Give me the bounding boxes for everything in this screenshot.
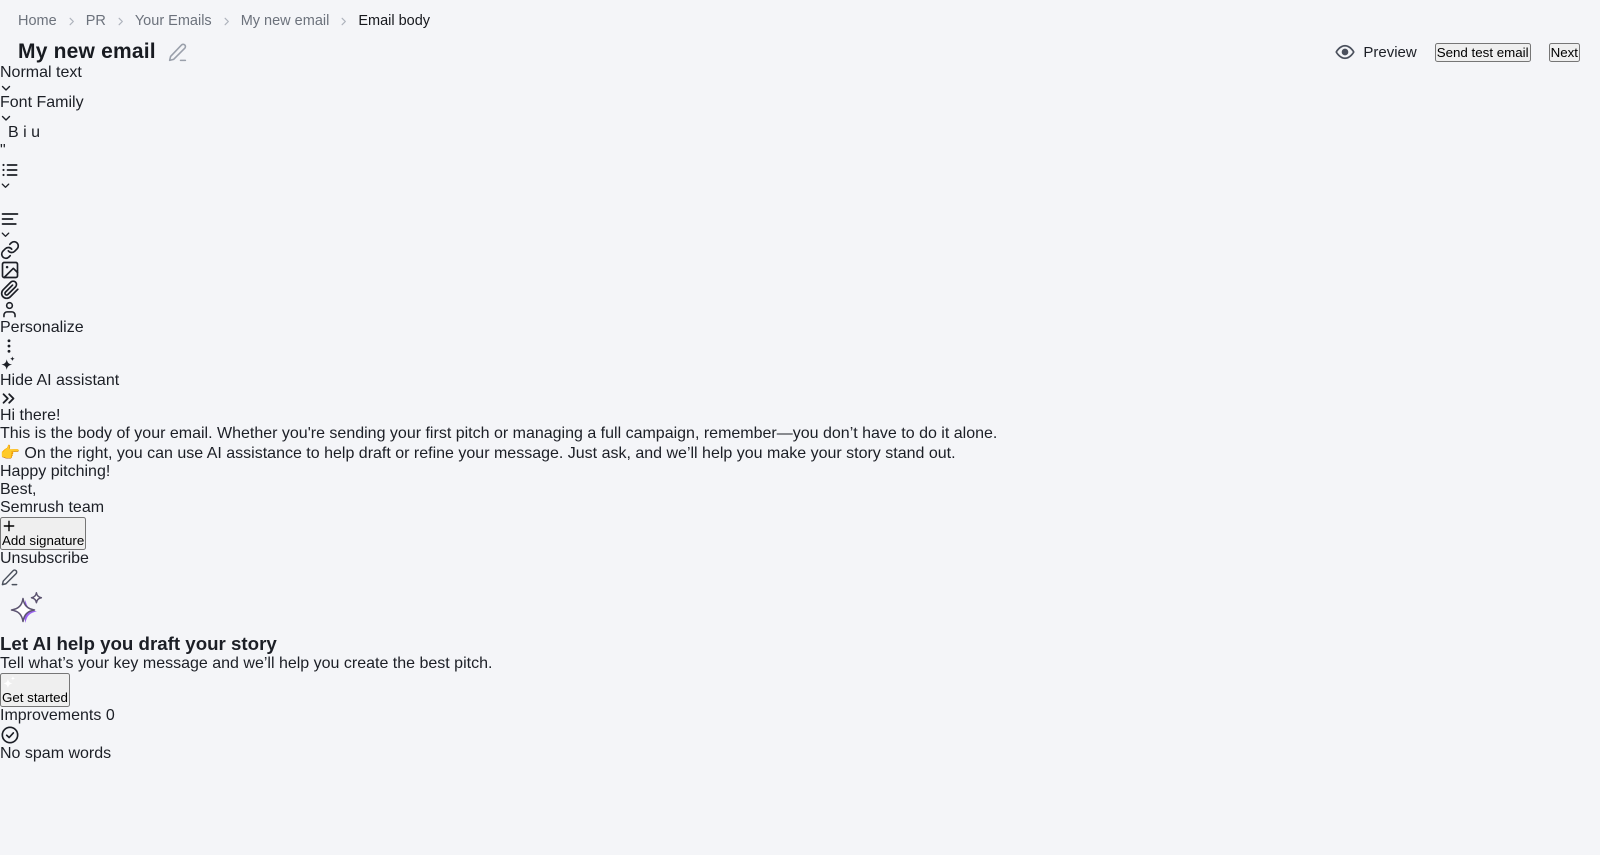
ai-sparkles-icon	[0, 587, 1600, 633]
add-signature-button[interactable]: Add signature	[0, 517, 86, 550]
paperclip-icon	[0, 280, 1600, 300]
eye-icon	[1335, 42, 1355, 62]
improvements-count: 0	[106, 707, 115, 724]
breadcrumb-item-email-body: Email body	[358, 13, 430, 29]
email-editor-card: Normal text Font Family B i u "	[0, 64, 1600, 763]
image-icon	[0, 260, 1600, 280]
chevron-down-icon	[0, 82, 1600, 94]
ai-card-title: Let AI help you draft your story	[0, 633, 1600, 655]
kebab-menu-icon	[0, 337, 1600, 355]
email-paragraph: Happy pitching!	[0, 463, 1600, 481]
chevron-right-icon	[221, 16, 232, 27]
chevron-right-icon	[338, 16, 349, 27]
link-button[interactable]	[0, 240, 1600, 260]
editor-toolbar: Normal text Font Family B i u "	[0, 64, 1600, 407]
bold-button[interactable]: B	[8, 124, 19, 141]
link-icon	[0, 240, 1600, 260]
hide-ai-assistant-button[interactable]: Hide AI assistant	[0, 355, 1600, 407]
top-bar: Home PR Your Emails My new email Email b…	[0, 0, 1600, 64]
preview-button[interactable]: Preview	[1335, 42, 1416, 62]
improvement-item-label: No spam words	[0, 745, 111, 762]
more-options-button[interactable]	[0, 337, 1600, 355]
email-body-editor[interactable]: Hi there! This is the body of your email…	[0, 407, 1600, 587]
get-started-button[interactable]: Get started	[0, 673, 70, 707]
next-button[interactable]: Next	[1549, 43, 1580, 62]
signoff-line: Best,	[0, 481, 36, 498]
align-button[interactable]	[0, 209, 1600, 240]
text-style-select[interactable]: Normal text	[0, 64, 1600, 94]
breadcrumb-item-my-new-email[interactable]: My new email	[241, 13, 330, 29]
ai-draft-card: Let AI help you draft your story Tell wh…	[0, 587, 1600, 707]
attachment-button[interactable]	[0, 280, 1600, 300]
ai-card-description: Tell what’s your key message and we’ll h…	[0, 655, 1600, 673]
add-signature-label: Add signature	[2, 533, 84, 548]
plus-icon	[2, 519, 84, 533]
chevron-down-icon	[0, 180, 1600, 191]
send-test-email-button[interactable]: Send test email	[1435, 43, 1531, 62]
underline-button[interactable]: u	[31, 124, 40, 141]
email-paragraph: 👉 On the right, you can use AI assistanc…	[0, 443, 1600, 463]
breadcrumb: Home PR Your Emails My new email Email b…	[18, 13, 1580, 29]
edit-unsubscribe-icon[interactable]	[0, 568, 1600, 587]
edit-title-icon[interactable]	[167, 42, 188, 63]
font-family-select[interactable]: Font Family	[0, 94, 1600, 124]
personalize-button[interactable]: Personalize	[0, 300, 1600, 336]
check-circle-icon	[0, 725, 1600, 745]
sparkle-icon	[0, 355, 1600, 372]
improvements-section: Improvements 0 No spam words	[0, 707, 1600, 763]
improvement-item-no-spam-words: No spam words	[0, 725, 1600, 763]
chevron-down-icon	[0, 229, 1600, 240]
email-body-text: Hi there! This is the body of your email…	[0, 407, 1600, 517]
ai-assistant-panel: Let AI help you draft your story Tell wh…	[0, 587, 1600, 763]
italic-button[interactable]: i	[23, 124, 27, 141]
preview-label: Preview	[1363, 44, 1416, 61]
signoff-line: Semrush team	[0, 499, 104, 516]
font-family-value: Font Family	[0, 94, 84, 111]
unsubscribe-link[interactable]: Unsubscribe	[0, 550, 1600, 587]
insert-image-button[interactable]	[0, 260, 1600, 280]
email-signoff: Best,Semrush team	[0, 481, 1600, 517]
chevron-right-icon	[66, 16, 77, 27]
chevron-down-icon	[0, 112, 1600, 124]
email-paragraph: Hi there!	[0, 407, 1600, 425]
personalize-label: Personalize	[0, 319, 84, 336]
bullet-list-button[interactable]	[0, 160, 1600, 191]
align-left-icon	[0, 209, 1600, 229]
unsubscribe-label: Unsubscribe	[0, 550, 89, 567]
email-paragraph: This is the body of your email. Whether …	[0, 425, 1600, 443]
sparkle-icon	[2, 675, 68, 690]
text-style-value: Normal text	[0, 64, 82, 81]
chevron-right-icon	[115, 16, 126, 27]
get-started-label: Get started	[2, 690, 68, 705]
breadcrumb-item-pr[interactable]: PR	[86, 13, 106, 29]
bullet-list-icon	[0, 160, 1600, 180]
double-chevron-right-icon	[0, 390, 1600, 407]
improvements-title: Improvements	[0, 707, 101, 724]
breadcrumb-item-your-emails[interactable]: Your Emails	[135, 13, 212, 29]
breadcrumb-item-home[interactable]: Home	[18, 13, 57, 29]
hide-ai-assistant-label: Hide AI assistant	[0, 372, 119, 389]
blockquote-button[interactable]: "	[0, 142, 6, 159]
page-title: My new email	[18, 40, 156, 64]
person-icon	[0, 300, 1600, 319]
